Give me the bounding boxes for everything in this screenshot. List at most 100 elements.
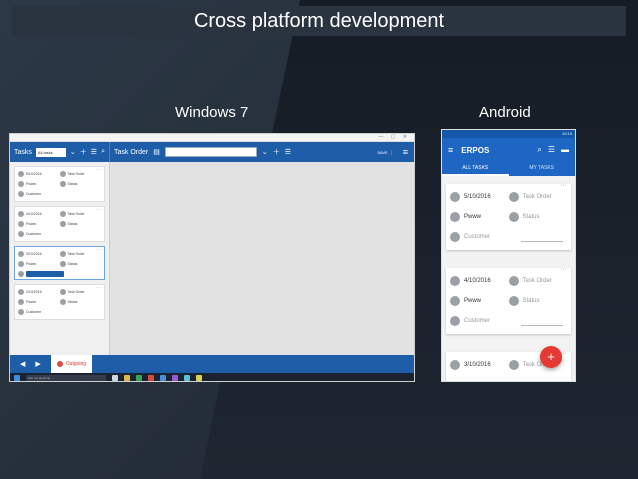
task-filter-select[interactable]: All tasks	[35, 147, 66, 157]
task-order: Task Order	[522, 194, 552, 200]
task-order-input[interactable]	[164, 147, 257, 157]
calendar-icon	[18, 211, 24, 217]
task-name: Pwww	[26, 182, 36, 186]
window-controls-icon[interactable]: — ▢ ✕	[378, 134, 410, 140]
task-customer: Customer	[26, 310, 42, 314]
android-label: Android	[479, 104, 531, 121]
order-icon	[508, 192, 519, 202]
app-icon[interactable]	[184, 375, 190, 381]
list-icon[interactable]: ▤	[153, 148, 160, 156]
task-status: Status	[522, 214, 540, 220]
task-card[interactable]: ··· 5/10/2016 Task Order Pwww Status Custo…	[446, 182, 571, 250]
calendar-icon	[18, 289, 24, 295]
task-name: Pwww	[26, 262, 36, 266]
more-icon[interactable]: ···	[96, 285, 101, 291]
name-icon	[450, 296, 460, 306]
list-filter-icon[interactable]: ☰	[285, 148, 291, 156]
more-icon[interactable]: ···	[560, 182, 567, 189]
chevron-down-icon[interactable]: ⌄	[262, 148, 268, 156]
view-icon[interactable]: ▬	[561, 145, 569, 155]
customer-icon	[450, 232, 460, 242]
status-icon	[59, 299, 66, 305]
app-icon[interactable]	[148, 375, 154, 381]
app-icon[interactable]	[172, 375, 178, 381]
order-icon	[508, 360, 519, 370]
save-button[interactable]: SAVE	[374, 149, 392, 155]
add-task-fab[interactable]: +	[540, 346, 562, 368]
slide-title: Cross platform development	[12, 6, 626, 36]
app-icon[interactable]	[196, 375, 202, 381]
windows-label: Windows 7	[175, 104, 249, 121]
list-filter-icon[interactable]: ☰	[548, 145, 555, 155]
order-icon	[59, 289, 66, 295]
add-icon[interactable]: ＋	[273, 147, 280, 157]
status-time: 10:10	[561, 131, 572, 136]
arrow-left-icon[interactable]: ◀	[20, 360, 25, 368]
more-icon[interactable]: ···	[96, 167, 101, 173]
calendar-icon	[18, 251, 24, 257]
customer-icon	[18, 309, 24, 315]
task-name: Pwww	[26, 300, 36, 304]
task-status: Status	[67, 182, 78, 186]
tab-my-tasks[interactable]: MY TASKS	[509, 162, 576, 176]
search-icon[interactable]: ⌕	[537, 145, 541, 155]
task-order: Task Order	[67, 212, 85, 216]
android-tabs: ALL TASKS MY TASKS	[442, 162, 575, 176]
calendar-icon	[450, 192, 460, 202]
windows-toolbar: Tasks All tasks ⌄ ＋ ☰ ⌕ Task Order ▤ ⌄ ＋…	[10, 142, 414, 162]
name-icon	[18, 299, 24, 305]
customer-icon	[18, 231, 24, 237]
order-icon	[59, 171, 66, 177]
more-icon[interactable]: ···	[96, 247, 101, 253]
task-card[interactable]: ··· 4/10/2016 Task Order Pwww Status Custo…	[14, 206, 105, 242]
task-status: Status	[522, 298, 540, 304]
app-icon[interactable]	[160, 375, 166, 381]
status-underline	[521, 241, 563, 242]
taskbar-search-input[interactable]: Ask me anything	[26, 375, 106, 381]
task-card[interactable]: ··· 5/10/2016 Task Order Pwww Status Custo…	[14, 166, 105, 202]
name-icon	[450, 212, 460, 222]
task-card[interactable]: ··· 4/10/2016 Task Order Pwww Status Custo…	[446, 266, 571, 334]
name-icon	[18, 261, 24, 267]
chrome-icon[interactable]	[136, 375, 142, 381]
more-icon[interactable]: ···	[560, 266, 567, 273]
more-icon[interactable]: ···	[96, 207, 101, 213]
status-icon	[59, 221, 66, 227]
search-icon[interactable]: ⌕	[101, 148, 105, 156]
android-screenshot: 10:10 ≡ ERPOS ⌕ ☰ ▬ ALL TASKS MY TASKS ·…	[441, 129, 576, 382]
windows-bottom-bar: ◀ ▶ Outgoing	[10, 355, 414, 373]
task-name: Pwww	[26, 222, 36, 226]
arrow-right-icon[interactable]: ▶	[35, 360, 40, 368]
task-order-label: Task Order	[114, 148, 149, 156]
task-card[interactable]: ··· 2/10/2016 Task Order Pwww Status Custo…	[14, 284, 105, 320]
menu-icon[interactable]: ≡	[448, 145, 453, 155]
task-order: Task Order	[67, 252, 85, 256]
task-view-icon[interactable]	[112, 375, 118, 381]
task-status: Status	[67, 300, 78, 304]
order-icon	[508, 276, 519, 286]
chevron-down-icon[interactable]: ⌄	[70, 148, 76, 156]
task-list: ··· 5/10/2016 Task Order Pwww Status Custo…	[10, 162, 110, 358]
status-icon	[59, 181, 66, 187]
status-underline	[521, 325, 563, 326]
task-customer: Customer	[26, 232, 42, 236]
tasks-label: Tasks	[14, 148, 32, 156]
list-filter-icon[interactable]: ☰	[91, 148, 97, 156]
add-icon[interactable]: ＋	[80, 147, 87, 157]
windows-body: ··· 5/10/2016 Task Order Pwww Status Custo…	[10, 162, 414, 358]
window-titlebar: — ▢ ✕	[10, 134, 414, 142]
customer-icon	[450, 316, 460, 326]
file-explorer-icon[interactable]	[124, 375, 130, 381]
task-card-selected[interactable]: ··· 3/10/2016 Task Order Pwww Status	[14, 246, 105, 280]
android-app-bar: ≡ ERPOS ⌕ ☰ ▬	[442, 138, 575, 162]
customer-select[interactable]	[26, 271, 64, 277]
tasks-toolbar: Tasks All tasks ⌄ ＋ ☰ ⌕	[10, 142, 110, 162]
customer-icon	[18, 191, 24, 197]
tab-all-tasks[interactable]: ALL TASKS	[442, 162, 509, 176]
outgoing-button[interactable]: Outgoing	[50, 355, 93, 373]
menu-icon[interactable]: ≡	[397, 147, 414, 157]
task-status: Status	[67, 222, 78, 226]
start-icon[interactable]	[14, 375, 20, 381]
status-icon	[508, 296, 519, 306]
windows-screenshot: — ▢ ✕ Tasks All tasks ⌄ ＋ ☰ ⌕ Task Order…	[9, 133, 415, 382]
